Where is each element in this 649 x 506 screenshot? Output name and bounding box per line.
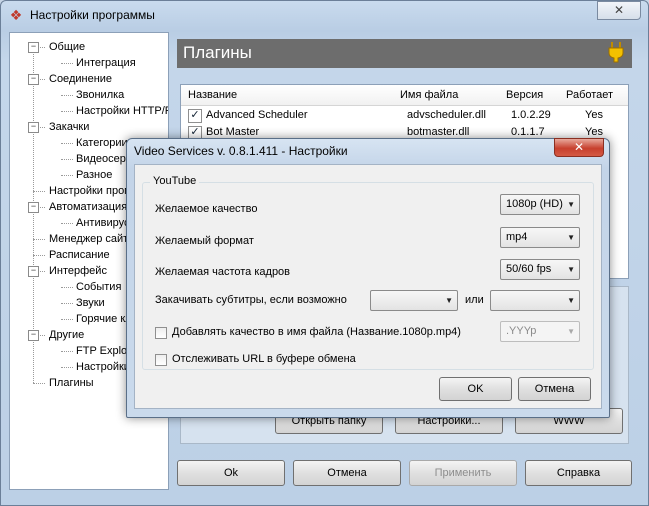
collapse-icon[interactable]: −: [28, 330, 39, 341]
chevron-down-icon: ▼: [567, 296, 575, 305]
column-header-version[interactable]: Версия: [499, 85, 567, 106]
chevron-down-icon: ▼: [445, 296, 453, 305]
tree-connector: [61, 303, 73, 304]
column-header-works[interactable]: Работает: [559, 85, 628, 106]
tree-item[interactable]: Интеграция: [76, 56, 168, 70]
tree-item-label: Плагины: [49, 377, 94, 389]
quality-label: Желаемое качество: [155, 203, 258, 215]
plugin-version: 1.0.2.29: [511, 109, 551, 121]
chevron-down-icon: ▼: [567, 265, 575, 274]
tree-connector: [33, 255, 45, 256]
dialog-title: Video Services v. 0.8.1.411 - Настройки: [134, 144, 348, 158]
panel-title: Плагины: [183, 43, 252, 62]
quality-value: 1080p (HD): [506, 198, 563, 210]
collapse-icon[interactable]: −: [28, 74, 39, 85]
tree-item-label: Автоматизация: [49, 201, 128, 213]
cancel-button[interactable]: Отмена: [293, 460, 401, 486]
collapse-icon[interactable]: −: [28, 122, 39, 133]
close-icon: ✕: [573, 140, 585, 154]
add-quality-checkbox[interactable]: [155, 327, 167, 339]
tree-connector: [61, 63, 73, 64]
fps-select[interactable]: 50/60 fps ▼: [500, 259, 580, 280]
app-icon: ❖: [9, 7, 23, 23]
tree-item-label: Звонилка: [76, 89, 125, 101]
help-button[interactable]: Справка: [525, 460, 632, 486]
track-url-checkbox[interactable]: [155, 354, 167, 366]
tree-item-label: Антивирус: [76, 217, 130, 229]
window-title: Настройки программы: [30, 8, 155, 22]
tree-connector: [61, 351, 73, 352]
subtitles-alt-select[interactable]: ▼: [490, 290, 580, 311]
collapse-icon[interactable]: −: [28, 42, 39, 53]
collapse-icon[interactable]: −: [28, 266, 39, 277]
close-window-button[interactable]: ✕: [597, 1, 641, 20]
titlebar: ❖ Настройки программы: [0, 0, 649, 30]
add-quality-label[interactable]: Добавлять качество в имя файла (Название…: [172, 326, 461, 338]
tree-item-label: Соединение: [49, 73, 113, 85]
tree-item[interactable]: Соединение: [49, 72, 168, 86]
format-select[interactable]: mp4 ▼: [500, 227, 580, 248]
ok-button[interactable]: Ok: [177, 460, 285, 486]
subtitles-label: Закачивать субтитры, если возможно: [155, 294, 347, 306]
tree-connector: [61, 223, 73, 224]
tree-item[interactable]: Общие: [49, 40, 168, 54]
plug-icon: [606, 41, 626, 63]
collapse-icon[interactable]: −: [28, 202, 39, 213]
format-value: mp4: [506, 231, 528, 243]
tree-item[interactable]: Закачки: [49, 120, 168, 134]
tree-connector: [61, 175, 73, 176]
tree-item-label: Настройки HTTP/FTP: [76, 105, 168, 117]
tree-item-label: Категории: [76, 137, 128, 149]
tree-connector: [33, 383, 45, 384]
tree-item-label: Закачки: [49, 121, 90, 133]
subtitles-select[interactable]: ▼: [370, 290, 458, 311]
tree-item-label: Общие: [49, 41, 86, 53]
tree-connector: [61, 319, 73, 320]
quality-suffix-value: .YYYp: [506, 325, 537, 337]
dialog-ok-button[interactable]: OK: [439, 377, 512, 401]
fps-value: 50/60 fps: [506, 263, 552, 275]
tree-connector: [61, 159, 73, 160]
quality-suffix-select[interactable]: .YYYp ▼: [500, 321, 580, 342]
tree-item-label: Интеграция: [76, 57, 136, 69]
close-icon: ✕: [613, 3, 625, 17]
fps-label: Желаемая частота кадров: [155, 266, 291, 278]
plugin-checkbox[interactable]: ✓: [188, 109, 202, 123]
tree-connector: [61, 367, 73, 368]
tree-connector: [33, 191, 45, 192]
tree-item[interactable]: Звонилка: [76, 88, 168, 102]
plugin-works: Yes: [585, 109, 603, 121]
plugin-file: advscheduler.dll: [407, 109, 486, 121]
tree-item-label: Настройки: [76, 361, 130, 373]
tree-connector: [33, 239, 45, 240]
tree-item-label: Расписание: [49, 249, 110, 261]
tree-item-label: События: [76, 281, 122, 293]
apply-button[interactable]: Применить: [409, 460, 517, 486]
chevron-down-icon: ▼: [567, 327, 575, 336]
dialog-cancel-button[interactable]: Отмена: [518, 377, 591, 401]
tree-connector: [61, 143, 73, 144]
format-label: Желаемый формат: [155, 235, 254, 247]
chevron-down-icon: ▼: [567, 233, 575, 242]
tree-item-label: Звуки: [76, 297, 105, 309]
column-header-name[interactable]: Название: [181, 85, 401, 106]
tree-item-label: Другие: [49, 329, 85, 341]
tree-item[interactable]: Настройки HTTP/FTP: [76, 104, 168, 118]
quality-select[interactable]: 1080p (HD) ▼: [500, 194, 580, 215]
tree-connector: [61, 287, 73, 288]
tree-item-label: Разное: [76, 169, 113, 181]
or-label: или: [465, 294, 484, 306]
youtube-group-title: YouTube: [150, 175, 200, 187]
track-url-label[interactable]: Отслеживать URL в буфере обмена: [172, 353, 356, 365]
tree-connector: [61, 95, 73, 96]
tree-connector: [61, 111, 73, 112]
tree-item-label: Интерфейс: [49, 265, 107, 277]
plugin-name: Advanced Scheduler: [206, 109, 308, 121]
dialog-close-button[interactable]: ✕: [554, 138, 604, 157]
chevron-down-icon: ▼: [567, 200, 575, 209]
column-header-file[interactable]: Имя файла: [393, 85, 507, 106]
